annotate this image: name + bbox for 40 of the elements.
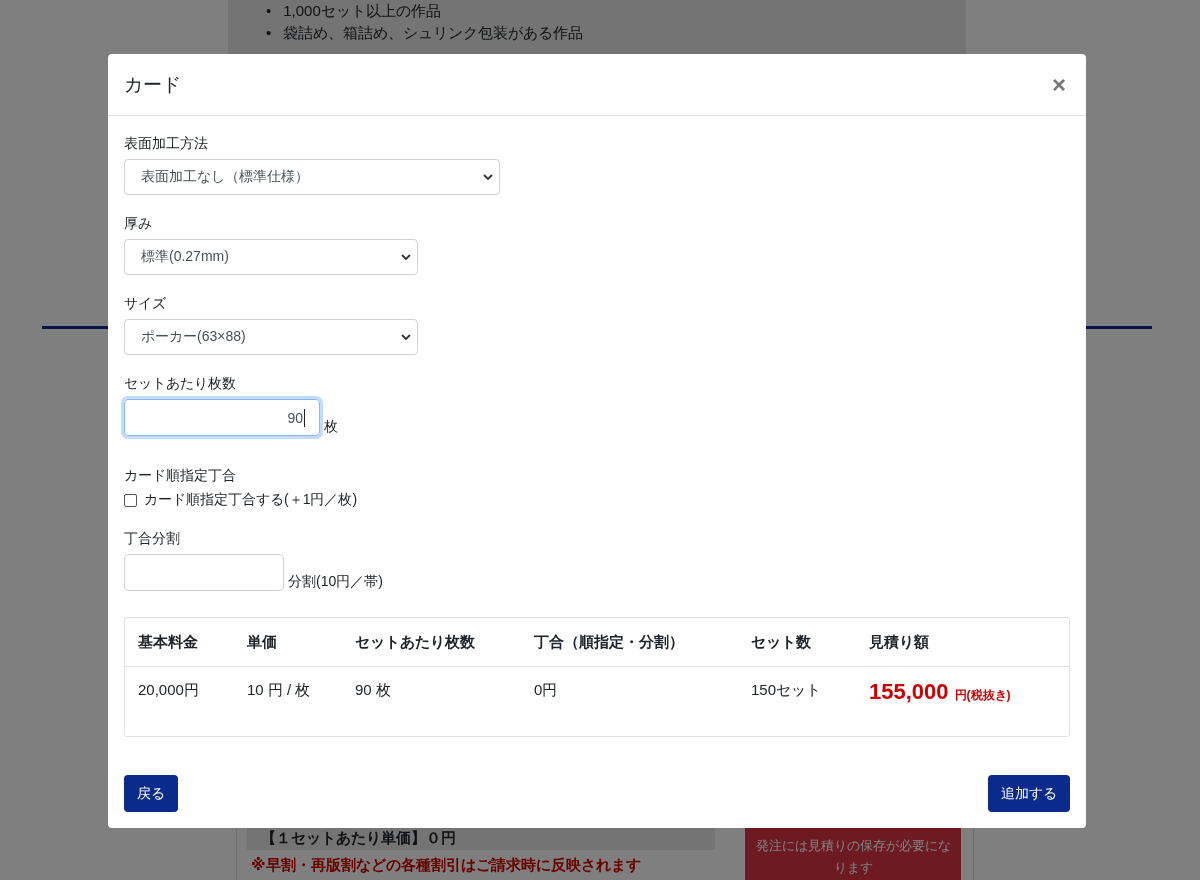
checkbox[interactable] — [124, 493, 137, 507]
column-header: 基本料金 — [137, 632, 199, 652]
field-label: カード順指定丁合 — [124, 466, 237, 484]
select-field[interactable]: ポーカー(63×88) — [124, 319, 418, 355]
back-button[interactable]: 戻る — [124, 775, 178, 812]
field-label: サイズ — [124, 294, 167, 312]
column-header: 丁合（順指定・分割） — [533, 632, 685, 652]
total-amount: 155,000 — [869, 679, 949, 705]
number-input[interactable] — [124, 554, 284, 591]
chevron-down-icon — [483, 173, 493, 181]
number-input[interactable]: 90 — [124, 399, 320, 436]
column-header: 単価 — [246, 632, 278, 652]
unit-label: 枚 — [324, 418, 338, 436]
table-cell-text: 0円 — [533, 680, 559, 700]
field-label: セットあたり枚数 — [124, 374, 237, 392]
column-header: セットあたり枚数 — [354, 632, 476, 652]
checkbox-label[interactable]: カード順指定丁合する(＋1円／枚) — [144, 491, 358, 509]
table-cell-text: 90 枚 — [354, 680, 392, 700]
bullet-marker: • — [266, 23, 272, 43]
discount-note: ※早割・再版割などの各種割引はご請求時に反映されます — [250, 856, 642, 875]
bullet-marker: • — [266, 1, 272, 21]
chevron-down-icon — [401, 333, 411, 341]
bullet-item: 袋詰め、箱詰め、シュリンク包装がある作品 — [283, 23, 584, 43]
modal-title: カード — [124, 72, 181, 97]
table-cell-text: 10 円 / 枚 — [246, 680, 312, 700]
tax-note: 円(税抜き) — [954, 687, 1011, 704]
select-field[interactable]: 表面加工なし（標準仕様） — [124, 159, 500, 195]
add-button[interactable]: 追加する — [988, 775, 1070, 812]
unit-label: 分割(10円／帯) — [288, 573, 383, 591]
close-button[interactable]: × — [1048, 70, 1070, 99]
bullet-item: 1,000セット以上の作品 — [283, 1, 441, 21]
field-label: 表面加工方法 — [124, 134, 209, 152]
field-label: 厚み — [124, 214, 153, 232]
column-header: セット数 — [750, 632, 812, 652]
field-label: 丁合分割 — [124, 529, 181, 547]
chevron-down-icon — [401, 253, 411, 261]
select-field[interactable]: 標準(0.27mm) — [124, 239, 418, 275]
table-cell-text: 20,000円 — [137, 680, 200, 700]
table-cell-text: 150セット — [750, 680, 823, 700]
column-header: 見積り額 — [868, 632, 930, 652]
